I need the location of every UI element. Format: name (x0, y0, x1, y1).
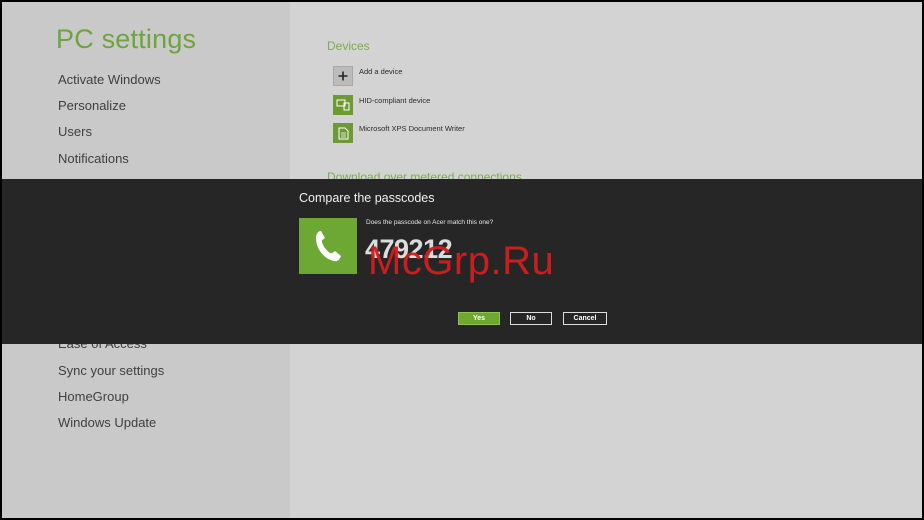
cancel-button[interactable]: Cancel (563, 312, 607, 325)
no-button[interactable]: No (510, 312, 552, 325)
nav-item-homegroup[interactable]: HomeGroup (58, 389, 129, 404)
plus-icon (333, 66, 353, 86)
passcode-question: Does the passcode on Acer match this one… (366, 219, 494, 226)
watermark: McGrp.Ru (368, 239, 555, 283)
app-title: PC settings (56, 24, 197, 54)
dialog-title: Compare the passcodes (299, 191, 435, 205)
add-device-label: Add a device (359, 67, 403, 76)
nav-item-windows-update[interactable]: Windows Update (58, 415, 156, 430)
nav-item-personalize[interactable]: Personalize (58, 98, 126, 113)
hid-compliant-device-label: HID-compliant device (359, 96, 431, 105)
xps-document-writer-label: Microsoft XPS Document Writer (359, 124, 465, 133)
phone-icon (299, 218, 357, 274)
nav-item-users[interactable]: Users (58, 124, 92, 139)
compare-passcodes-dialog: Compare the passcodes Does the passcode … (2, 179, 922, 344)
devices-heading: Devices (327, 39, 370, 53)
yes-button[interactable]: Yes (458, 312, 500, 325)
nav-item-notifications[interactable]: Notifications (58, 151, 129, 166)
pc-settings-screen: PC settings Activate Windows Personalize… (2, 2, 922, 518)
printer-doc-icon (333, 123, 353, 143)
nav-item-sync-your-settings[interactable]: Sync your settings (58, 363, 164, 378)
nav-item-activate-windows[interactable]: Activate Windows (58, 72, 161, 87)
device-icon (333, 95, 353, 115)
